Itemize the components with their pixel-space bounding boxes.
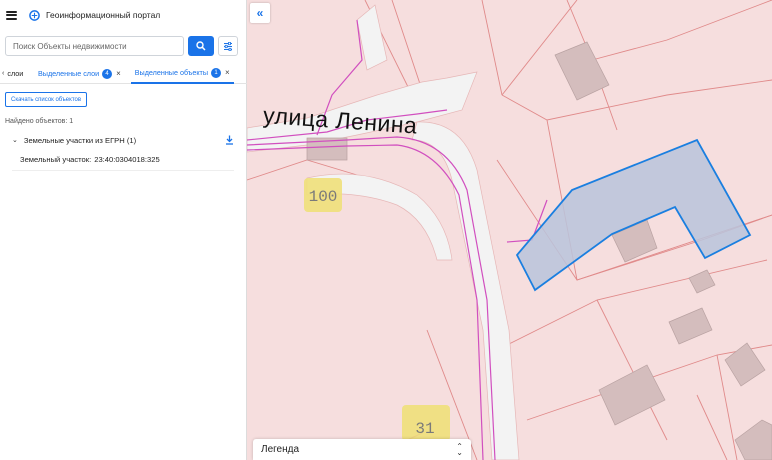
count-badge: 1 bbox=[211, 67, 222, 78]
double-chevron-left-icon: « bbox=[256, 6, 264, 20]
app-title: Геоинформационный портал bbox=[46, 10, 161, 20]
expand-arrows-icon[interactable]: ⌃ ⌄ bbox=[456, 442, 463, 456]
result-group-label: Земельные участки из ЕГРН (1) bbox=[23, 135, 137, 145]
filter-icon bbox=[224, 41, 232, 51]
download-icon[interactable] bbox=[225, 135, 234, 145]
tab-back-label: слои bbox=[7, 69, 24, 78]
portal-logo-icon bbox=[29, 9, 40, 21]
house-number-31: 31 bbox=[415, 420, 434, 438]
download-list-button[interactable]: Скачать список объектов bbox=[5, 92, 88, 107]
found-count: Найдено объектов: 1 bbox=[5, 118, 74, 125]
top-bar: Геоинформационный портал bbox=[0, 0, 246, 30]
close-icon[interactable]: × bbox=[225, 68, 230, 77]
search-input[interactable] bbox=[5, 36, 184, 56]
tab-label: Выделенные объекты bbox=[134, 68, 209, 77]
search-button[interactable] bbox=[188, 36, 214, 56]
search-bar bbox=[5, 36, 238, 56]
result-group[interactable]: ⌄ Земельные участки из ЕГРН (1) bbox=[12, 135, 234, 145]
tab-selected-layers[interactable]: Выделенные слои 4 × bbox=[34, 64, 125, 84]
divider bbox=[12, 170, 234, 171]
search-icon bbox=[196, 41, 206, 51]
sidebar: Геоинформационный портал ‹ слои bbox=[0, 0, 247, 460]
legend-label: Легенда bbox=[261, 444, 300, 455]
house-number-100: 100 bbox=[309, 188, 338, 206]
close-icon[interactable]: × bbox=[116, 69, 121, 78]
collapse-panel-button[interactable]: « bbox=[250, 3, 270, 23]
tab-label: Выделенные слои bbox=[38, 69, 100, 78]
tab-back-layers[interactable]: ‹ слои bbox=[0, 69, 34, 78]
map-view[interactable]: 100 31 улица Ленина « Легенда ⌃ ⌄ bbox=[247, 0, 772, 460]
filter-button[interactable] bbox=[218, 36, 238, 56]
result-item[interactable]: Земельный участок: 23:40:0304018:325 bbox=[20, 155, 160, 164]
count-badge: 4 bbox=[102, 68, 113, 79]
cadastral-number: 23:40:0304018:325 bbox=[94, 155, 160, 164]
tab-selected-objects[interactable]: Выделенные объекты 1 × bbox=[130, 64, 234, 84]
legend-panel[interactable]: Легенда ⌃ ⌄ bbox=[253, 439, 471, 460]
hamburger-icon[interactable] bbox=[6, 10, 17, 20]
chevron-left-icon: ‹ bbox=[2, 70, 5, 77]
chevron-down-icon[interactable]: ⌄ bbox=[12, 136, 18, 144]
result-item-label: Земельный участок: bbox=[20, 155, 92, 164]
tab-bar: ‹ слои Выделенные слои 4 × Выделенные об… bbox=[0, 64, 247, 84]
map-canvas[interactable]: 100 31 улица Ленина bbox=[247, 0, 772, 460]
